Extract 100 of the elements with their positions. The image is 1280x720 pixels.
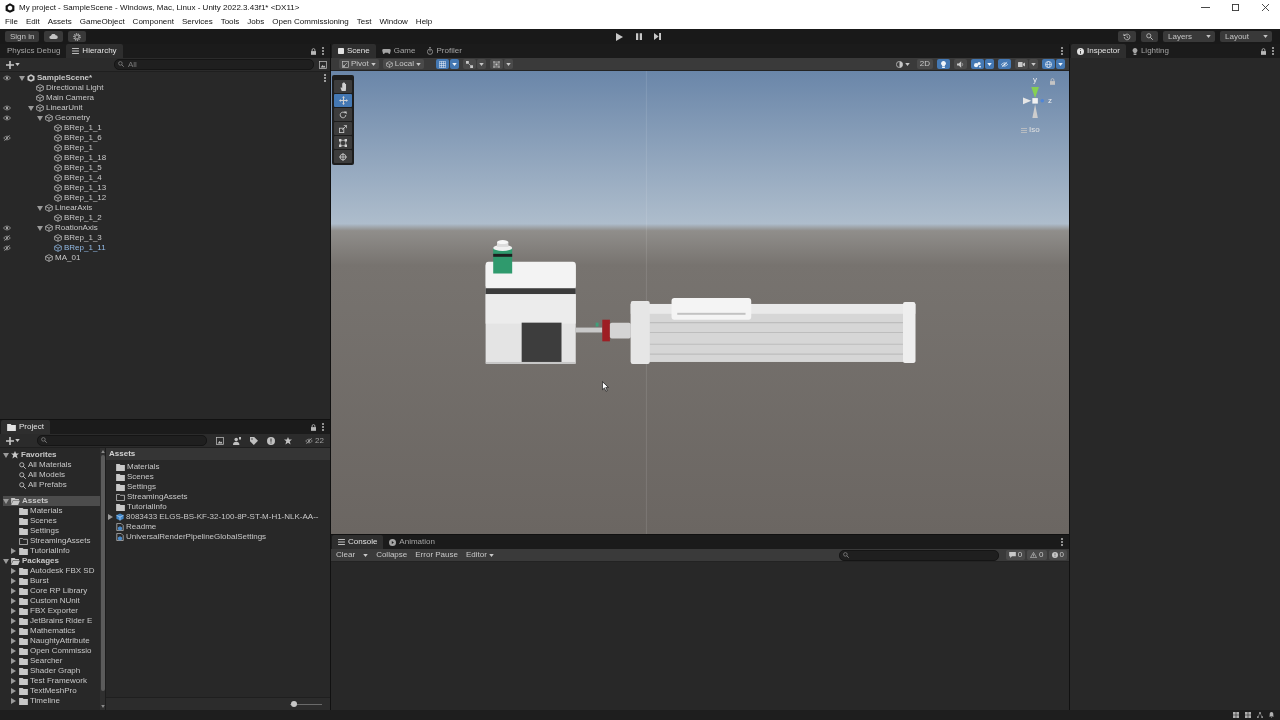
menu-item[interactable]: Services <box>181 18 213 26</box>
dropdown-arrow-button[interactable] <box>1029 59 1038 69</box>
dropdown-arrow-button[interactable] <box>503 59 513 69</box>
squares-icon[interactable] <box>1233 712 1239 718</box>
dropdown-arrow-button[interactable] <box>476 59 486 69</box>
menu-item[interactable]: Open Commissioning <box>272 18 349 26</box>
snap-toggle[interactable] <box>462 59 476 69</box>
expanded-arrow-icon[interactable] <box>3 558 9 564</box>
collapsed-arrow-icon[interactable] <box>11 568 16 574</box>
panel-tab[interactable]: Inspector <box>1071 44 1126 58</box>
scroll-down-icon[interactable] <box>100 705 105 708</box>
folder-tree-item[interactable]: Settings <box>19 526 59 536</box>
hierarchy-item[interactable]: Geometry <box>37 113 91 123</box>
hierarchy-item[interactable]: BRep_1_11 <box>54 243 106 253</box>
crossed-eye-icon[interactable] <box>3 235 11 241</box>
asset-item[interactable]: TutorialInfo <box>116 502 167 512</box>
expanded-arrow-icon[interactable] <box>3 498 9 504</box>
hierarchy-item[interactable]: BRep_1_13 <box>54 183 107 193</box>
sign-in-button[interactable]: Sign in <box>5 31 40 42</box>
folder-tree-item[interactable]: TutorialInfo <box>11 546 70 556</box>
hierarchy-item[interactable]: LinearAxis <box>37 203 93 213</box>
hierarchy-item[interactable]: BRep_1_12 <box>54 193 107 203</box>
framed-picture-icon[interactable] <box>319 60 327 69</box>
shaft-coupling-drawing[interactable] <box>575 319 631 342</box>
view-toggle[interactable] <box>937 59 950 69</box>
view-toggle[interactable]: 2D <box>916 59 933 69</box>
log-count-button[interactable]: 0 <box>1027 550 1047 560</box>
hierarchy-item[interactable]: BRep_1_4 <box>54 173 102 183</box>
dropdown-button[interactable]: Editor <box>461 549 498 561</box>
folder-tree-item[interactable]: Shader Graph <box>11 666 81 676</box>
view-toggle[interactable] <box>1042 59 1055 69</box>
collapsed-arrow-icon[interactable] <box>11 668 16 674</box>
tool-button[interactable] <box>334 150 352 163</box>
expanded-arrow-icon[interactable] <box>28 105 34 111</box>
panel-tab[interactable]: Profiler <box>421 44 468 58</box>
eye-icon[interactable] <box>3 115 11 121</box>
hierarchy-item[interactable]: BRep_1_3 <box>54 233 102 243</box>
panel-tab[interactable]: Console <box>332 535 384 549</box>
tool-button[interactable] <box>334 108 352 121</box>
network-icon[interactable] <box>1257 712 1263 718</box>
menu-item[interactable]: Component <box>132 18 174 26</box>
hierarchy-item[interactable]: BRep_1 <box>54 143 93 153</box>
folder-tree-item[interactable]: Packages <box>3 556 59 566</box>
dropdown-arrow-button[interactable] <box>1056 59 1065 69</box>
snap-toggle[interactable] <box>435 59 449 69</box>
tool-button[interactable] <box>334 122 352 135</box>
collapsed-arrow-icon[interactable] <box>11 638 16 644</box>
collapsed-arrow-icon[interactable] <box>108 514 113 520</box>
menu-item[interactable]: Jobs <box>247 18 265 26</box>
menu-item[interactable]: Test <box>356 18 372 26</box>
framed-picture-icon[interactable] <box>216 436 224 445</box>
expanded-arrow-icon[interactable] <box>37 115 43 121</box>
crossed-eye-icon[interactable] <box>3 245 11 251</box>
folder-tree-item[interactable]: Searcher <box>11 656 63 666</box>
menu-item[interactable]: Assets <box>47 18 72 26</box>
panel-tab[interactable]: Hierarchy <box>66 44 123 58</box>
collapsed-arrow-icon[interactable] <box>11 658 16 664</box>
expanded-arrow-icon[interactable] <box>37 225 43 231</box>
menu-item[interactable]: Window <box>379 18 408 26</box>
asset-item[interactable]: Materials <box>116 462 160 472</box>
star-icon[interactable] <box>284 436 292 445</box>
stepper-motor-drawing[interactable] <box>485 240 576 364</box>
asset-item[interactable]: Scenes <box>116 472 154 482</box>
dropdown-arrow-button[interactable] <box>449 59 459 69</box>
menu-item[interactable]: Tools <box>220 18 240 26</box>
expanded-arrow-icon[interactable] <box>37 205 43 211</box>
hierarchy-item[interactable]: RoationAxis <box>37 223 98 233</box>
hierarchy-item[interactable]: BRep_1_1 <box>54 123 102 133</box>
menu-item[interactable]: File <box>5 18 18 26</box>
eye-icon[interactable] <box>3 75 11 81</box>
collapsed-arrow-icon[interactable] <box>11 548 16 554</box>
collapsed-arrow-icon[interactable] <box>11 588 16 594</box>
search-field[interactable] <box>838 549 999 561</box>
asset-item[interactable]: Settings <box>116 482 156 492</box>
asset-item[interactable]: Readme <box>116 522 157 532</box>
collapsed-arrow-icon[interactable] <box>11 648 16 654</box>
hierarchy-item[interactable]: SampleScene* <box>19 73 93 83</box>
lock-icon[interactable] <box>311 423 316 431</box>
hierarchy-item[interactable]: BRep_1_6 <box>54 133 102 143</box>
panel-tab[interactable]: Scene <box>332 44 376 58</box>
search-button[interactable] <box>1141 31 1158 42</box>
folder-tree-item[interactable]: Scenes <box>19 516 57 526</box>
view-toggle[interactable] <box>998 59 1011 69</box>
hierarchy-item[interactable]: BRep_1_2 <box>54 213 102 223</box>
folder-tree-item[interactable]: FBX Exporter <box>11 606 78 616</box>
toggle-button[interactable]: Collapse <box>372 549 412 561</box>
collapsed-arrow-icon[interactable] <box>11 688 16 694</box>
hierarchy-item[interactable]: BRep_1_5 <box>54 163 102 173</box>
squares-icon[interactable] <box>1245 712 1251 718</box>
collapsed-arrow-icon[interactable] <box>11 678 16 684</box>
toggle-button[interactable]: Error Pause <box>411 549 462 561</box>
pivot-dropdown[interactable]: Pivot <box>339 59 379 69</box>
zoom-slider[interactable] <box>290 701 322 707</box>
collapsed-arrow-icon[interactable] <box>11 608 16 614</box>
expanded-arrow-icon[interactable] <box>3 452 9 458</box>
lock-icon[interactable] <box>311 47 316 55</box>
folder-tree-item[interactable]: Burst <box>11 576 49 586</box>
panel-tab[interactable]: Game <box>375 44 422 58</box>
collapsed-arrow-icon[interactable] <box>11 618 16 624</box>
bell-icon[interactable] <box>1269 712 1274 718</box>
